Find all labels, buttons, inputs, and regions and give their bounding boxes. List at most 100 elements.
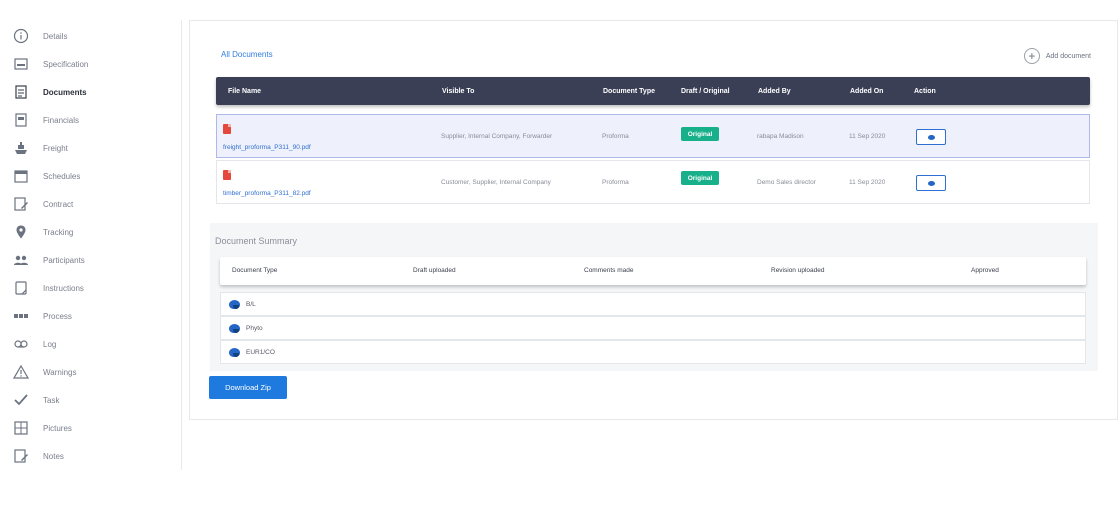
status-badge: Original <box>681 127 719 141</box>
column-header: File Name <box>228 88 262 95</box>
column-header: Revision uploaded <box>771 267 825 274</box>
sidebar-item-log[interactable]: Log <box>12 332 56 356</box>
spec-icon <box>12 55 30 73</box>
sidebar-item-task[interactable]: Task <box>12 388 59 412</box>
comment-action-button[interactable] <box>916 175 946 191</box>
checkmark-icon <box>12 391 30 409</box>
participants-icon <box>12 251 30 269</box>
column-header: Action <box>914 88 936 95</box>
column-header: Draft uploaded <box>413 267 456 274</box>
sidebar-item-label: Schedules <box>43 171 81 181</box>
ship-icon <box>12 139 30 157</box>
document-type-icon <box>229 323 240 333</box>
instructions-icon <box>12 279 30 297</box>
comment-icon <box>927 180 935 186</box>
sidebar-item-label: Instructions <box>43 283 84 293</box>
all-documents-link[interactable]: All Documents <box>221 50 273 59</box>
document-type-icon <box>229 347 240 357</box>
column-header: Approved <box>971 267 999 274</box>
added-on: 11 Sep 2020 <box>849 179 886 186</box>
sidebar-item-freight[interactable]: Freight <box>12 136 68 160</box>
sidebar-item-label: Log <box>43 339 57 349</box>
sidebar-item-label: Notes <box>43 451 64 461</box>
added-on: 11 Sep 2020 <box>849 133 886 140</box>
sidebar-item-instructions[interactable]: Instructions <box>12 276 84 300</box>
location-pin-icon <box>12 223 30 241</box>
table-header: File Name Visible To Document Type Draft… <box>216 77 1090 105</box>
financials-icon <box>12 111 30 129</box>
sidebar-item-notes[interactable]: Notes <box>12 444 64 468</box>
added-by: Demo Sales director <box>757 179 816 186</box>
warning-icon <box>12 363 30 381</box>
column-header: Added On <box>850 88 884 95</box>
document-type-icon <box>229 299 240 309</box>
file-name-link[interactable]: freight_proforma_P311_90.pdf <box>223 144 311 151</box>
column-header: Visible To <box>442 88 475 95</box>
table-row[interactable]: timber_proforma_P311_82.pdf Customer, Su… <box>216 160 1090 204</box>
status-badge: Original <box>681 171 719 185</box>
sidebar-nav: Details Specification Documents Financia… <box>8 20 182 470</box>
comment-action-button[interactable] <box>916 129 946 145</box>
summary-header: Document Type Draft uploaded Comments ma… <box>220 257 1086 285</box>
sidebar-item-financials[interactable]: Financials <box>12 108 79 132</box>
sidebar-item-label: Freight <box>43 143 68 153</box>
process-icon <box>12 307 30 325</box>
notes-icon <box>12 447 30 465</box>
sidebar-item-process[interactable]: Process <box>12 304 72 328</box>
table-row[interactable]: freight_proforma_P311_90.pdf Supplier, I… <box>216 114 1090 158</box>
sidebar-item-warnings[interactable]: Warnings <box>12 360 77 384</box>
pictures-icon <box>12 419 30 437</box>
sidebar-item-label: Documents <box>43 87 87 97</box>
column-header: Document Type <box>232 267 278 274</box>
column-header: Document Type <box>603 88 655 95</box>
info-icon <box>12 27 30 45</box>
sidebar-item-schedules[interactable]: Schedules <box>12 164 80 188</box>
pdf-file-icon <box>223 170 231 180</box>
sidebar-item-label: Contract <box>43 199 74 209</box>
contract-icon <box>12 195 30 213</box>
sidebar-item-details[interactable]: Details <box>12 24 67 48</box>
sidebar-item-label: Participants <box>43 255 85 265</box>
add-document-button[interactable]: + Add document <box>1023 48 1091 64</box>
document-summary: Document Summary Document Type Draft upl… <box>210 223 1098 371</box>
document-type: Proforma <box>602 133 629 140</box>
sidebar-item-label: Financials <box>43 115 80 125</box>
documents-table: File Name Visible To Document Type Draft… <box>216 77 1090 204</box>
sidebar-item-documents[interactable]: Documents <box>12 80 87 104</box>
summary-row-label: B/L <box>246 300 256 308</box>
visible-to: Customer, Supplier, Internal Company <box>441 179 551 186</box>
sidebar-item-label: Details <box>43 31 68 41</box>
calendar-icon <box>12 167 30 185</box>
plus-icon: + <box>1023 48 1040 64</box>
sidebar-item-label: Pictures <box>43 423 72 433</box>
summary-title: Document Summary <box>215 236 298 246</box>
sidebar-item-participants[interactable]: Participants <box>12 248 85 272</box>
documents-icon <box>12 83 30 101</box>
added-by: rabapa Madison <box>757 133 804 140</box>
sidebar-item-pictures[interactable]: Pictures <box>12 416 72 440</box>
sidebar-item-specification[interactable]: Specification <box>12 52 88 76</box>
summary-row[interactable]: EUR1/CO <box>220 340 1086 364</box>
documents-panel: All Documents + Add document File Name V… <box>189 20 1118 420</box>
file-name-link[interactable]: timber_proforma_P311_82.pdf <box>223 190 311 197</box>
sidebar-item-label: Specification <box>43 59 89 69</box>
comment-icon <box>927 134 935 140</box>
sidebar-item-label: Process <box>43 311 72 321</box>
visible-to: Supplier, Internal Company, Forwarder <box>441 133 553 140</box>
sidebar-item-contract[interactable]: Contract <box>12 192 73 216</box>
sidebar-item-label: Tracking <box>43 227 74 237</box>
column-header: Draft / Original <box>681 88 730 95</box>
download-zip-button[interactable]: Download Zip <box>209 376 287 399</box>
sidebar-item-label: Warnings <box>43 367 77 377</box>
column-header: Comments made <box>584 267 634 274</box>
summary-row[interactable]: Phyto <box>220 316 1086 340</box>
summary-row[interactable]: B/L <box>220 292 1086 316</box>
summary-row-label: EUR1/CO <box>246 348 275 356</box>
sidebar-item-tracking[interactable]: Tracking <box>12 220 73 244</box>
log-icon <box>12 335 30 353</box>
pdf-file-icon <box>223 124 231 134</box>
document-type: Proforma <box>602 179 629 186</box>
summary-row-label: Phyto <box>246 324 263 332</box>
add-document-label: Add document <box>1045 52 1091 60</box>
column-header: Added By <box>758 88 791 95</box>
